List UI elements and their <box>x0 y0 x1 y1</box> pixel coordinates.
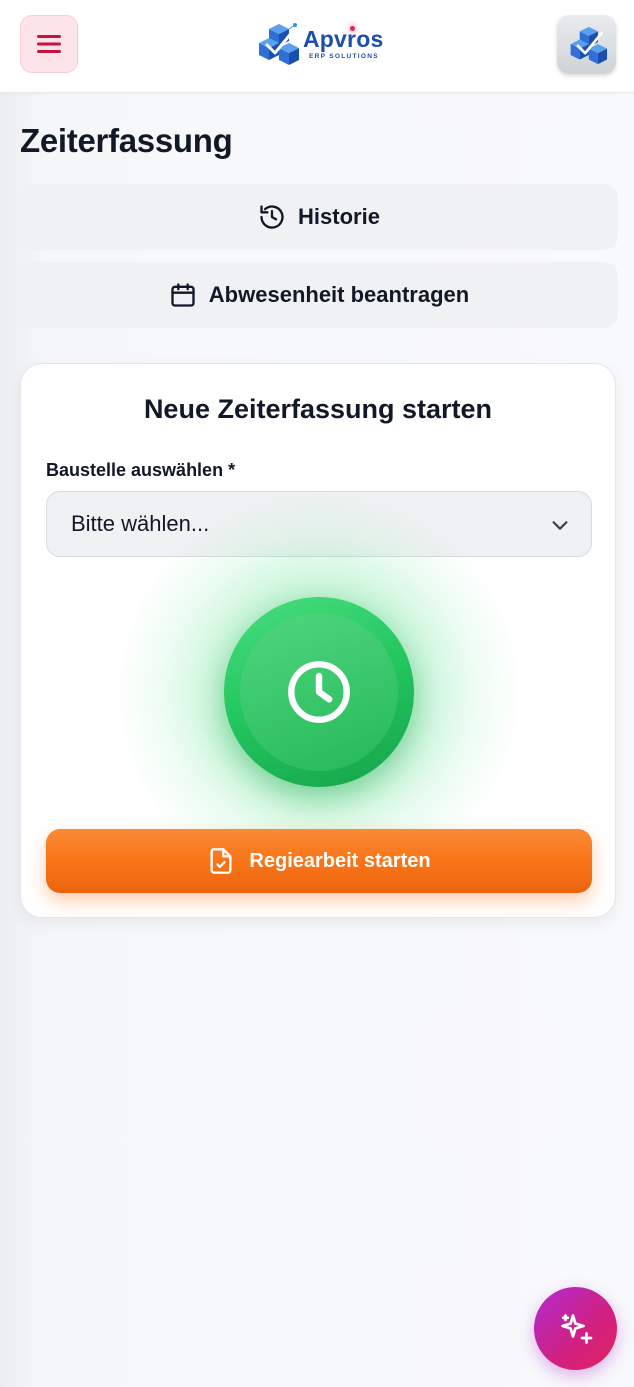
ai-assistant-button[interactable] <box>534 1287 617 1370</box>
start-regie-work-label: Regiearbeit starten <box>249 849 431 872</box>
clock-icon <box>288 661 350 723</box>
history-label: Historie <box>298 204 380 229</box>
history-button[interactable]: Historie <box>20 184 618 250</box>
calendar-icon <box>171 283 195 307</box>
request-absence-button[interactable]: Abwesenheit beantragen <box>20 262 618 328</box>
new-time-entry-card: Neue Zeiterfassung starten Baustelle aus… <box>20 363 616 918</box>
logo-accent-dot <box>350 26 355 31</box>
start-regie-work-button[interactable]: Regiearbeit starten <box>46 829 592 893</box>
top-bar: Apvros ERP SOLUTIONS <box>0 0 634 93</box>
app-logo[interactable]: Apvros ERP SOLUTIONS <box>255 18 383 70</box>
file-check-icon <box>210 848 232 874</box>
menu-button[interactable] <box>20 15 78 73</box>
clock-button-inner <box>240 613 398 771</box>
logo-name: Apvros <box>303 25 384 52</box>
logo-subtitle: ERP SOLUTIONS <box>309 52 379 60</box>
site-select-label: Baustelle auswählen * <box>46 460 236 480</box>
company-avatar-button[interactable] <box>557 15 616 74</box>
start-time-tracking-button[interactable] <box>224 597 414 787</box>
site-select[interactable]: Bitte wählen... <box>46 491 592 557</box>
chevron-down-icon <box>552 521 568 530</box>
site-select-value: Bitte wählen... <box>71 511 210 536</box>
history-icon <box>260 205 284 229</box>
hamburger-menu-icon <box>37 35 61 53</box>
page-title: Zeiterfassung <box>20 122 233 159</box>
request-absence-label: Abwesenheit beantragen <box>208 282 470 307</box>
sparkles-icon <box>560 1313 592 1344</box>
company-logo-icon <box>570 26 607 64</box>
card-title: Neue Zeiterfassung starten <box>143 394 493 424</box>
logo-mark-icon <box>259 23 299 65</box>
